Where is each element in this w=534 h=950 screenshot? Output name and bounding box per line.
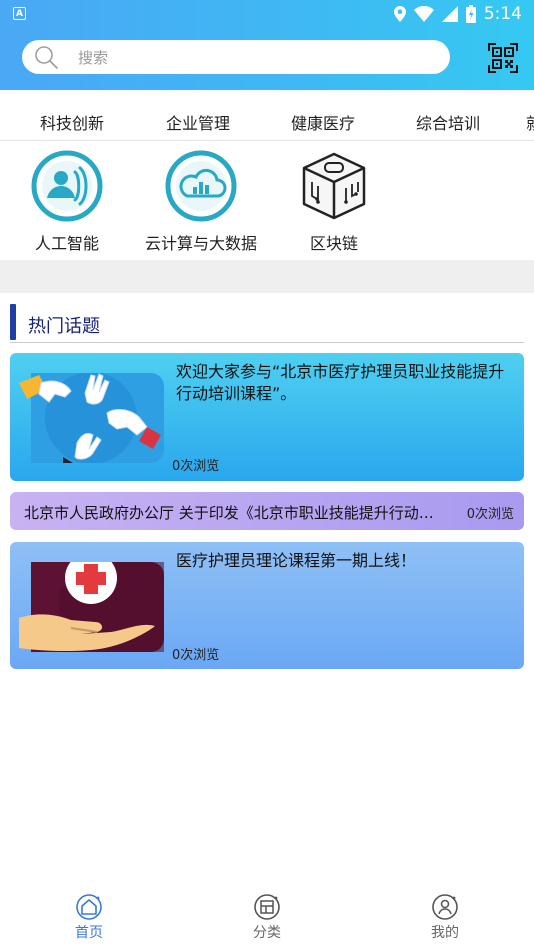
profile-icon xyxy=(432,894,458,920)
category-label: 区块链 xyxy=(309,234,358,253)
cloud-data-icon xyxy=(165,150,237,222)
search-placeholder: 搜索 xyxy=(78,48,109,67)
category-item-ai[interactable]: 人工智能 xyxy=(7,150,127,254)
nav-label-mine: 我的 xyxy=(431,925,459,941)
section-header: 热门话题 xyxy=(10,304,524,343)
nav-home[interactable]: 首页 xyxy=(49,894,129,942)
category-tabs: 科技创新 企业管理 健康医疗 综合培训 就 xyxy=(0,100,534,141)
tab-zonghe-peixun[interactable]: 综合培训 xyxy=(416,110,480,134)
wifi-icon xyxy=(413,6,434,22)
search-input[interactable]: 搜索 xyxy=(22,40,450,74)
section-divider xyxy=(0,260,534,293)
topic-notice-row[interactable]: 北京市人民政府办公厅 关于印发《北京市职业技能提升行动… 0次浏览 xyxy=(10,492,524,530)
signal-icon xyxy=(441,6,458,22)
view-count: 0次浏览 xyxy=(172,459,220,474)
topic-card[interactable]: 欢迎大家参与“北京市医疗护理员职业技能提升行动培训课程”。 0次浏览 xyxy=(10,353,524,481)
tab-jiankang-yiliao[interactable]: 健康医疗 xyxy=(291,110,355,134)
category-label: 云计算与大数据 xyxy=(144,234,257,253)
tab-partial[interactable]: 就 xyxy=(526,110,534,134)
app-header: A 5:14 搜索 xyxy=(0,0,534,90)
section-title: 热门话题 xyxy=(28,316,100,337)
view-count: 0次浏览 xyxy=(172,648,220,663)
battery-icon xyxy=(465,5,476,23)
view-count: 0次浏览 xyxy=(466,507,514,522)
nav-label-home: 首页 xyxy=(75,925,103,941)
tab-keji-chuangxin[interactable]: 科技创新 xyxy=(40,110,104,134)
nav-category[interactable]: 分类 xyxy=(227,894,307,942)
helping-hands-image xyxy=(19,373,164,463)
search-icon xyxy=(35,46,58,69)
category-item-cloud[interactable]: 云计算与大数据 xyxy=(141,150,261,254)
status-icons: 5:14 xyxy=(393,4,522,24)
nav-label-category: 分类 xyxy=(253,925,281,941)
qr-scan-icon[interactable] xyxy=(488,43,518,73)
category-label: 人工智能 xyxy=(34,234,99,253)
tab-qiye-guanli[interactable]: 企业管理 xyxy=(166,110,230,134)
topic-title: 医疗护理员理论课程第一期上线！ xyxy=(176,551,417,570)
topic-title: 北京市人民政府办公厅 关于印发《北京市职业技能提升行动… xyxy=(24,504,434,522)
status-bar: A 5:14 xyxy=(0,0,534,28)
section-accent-bar xyxy=(10,304,16,340)
blockchain-cube-icon xyxy=(302,152,366,220)
status-time: 5:14 xyxy=(483,4,522,24)
topic-card[interactable]: 医疗护理员理论课程第一期上线！ 0次浏览 xyxy=(10,542,524,669)
location-icon xyxy=(393,6,406,22)
category-icon xyxy=(254,894,280,920)
bottom-navigation: 首页 分类 我的 xyxy=(0,890,534,950)
home-icon xyxy=(76,894,102,920)
notification-icon: A xyxy=(13,7,26,20)
nav-mine[interactable]: 我的 xyxy=(405,894,485,942)
category-grid: 人工智能 云计算与大数据 区块链 xyxy=(0,150,534,260)
topic-title: 欢迎大家参与“北京市医疗护理员职业技能提升行动培训课程”。 xyxy=(176,362,505,403)
medical-hand-image xyxy=(19,562,164,652)
ai-person-icon xyxy=(31,150,103,222)
category-item-blockchain[interactable]: 区块链 xyxy=(274,150,394,254)
